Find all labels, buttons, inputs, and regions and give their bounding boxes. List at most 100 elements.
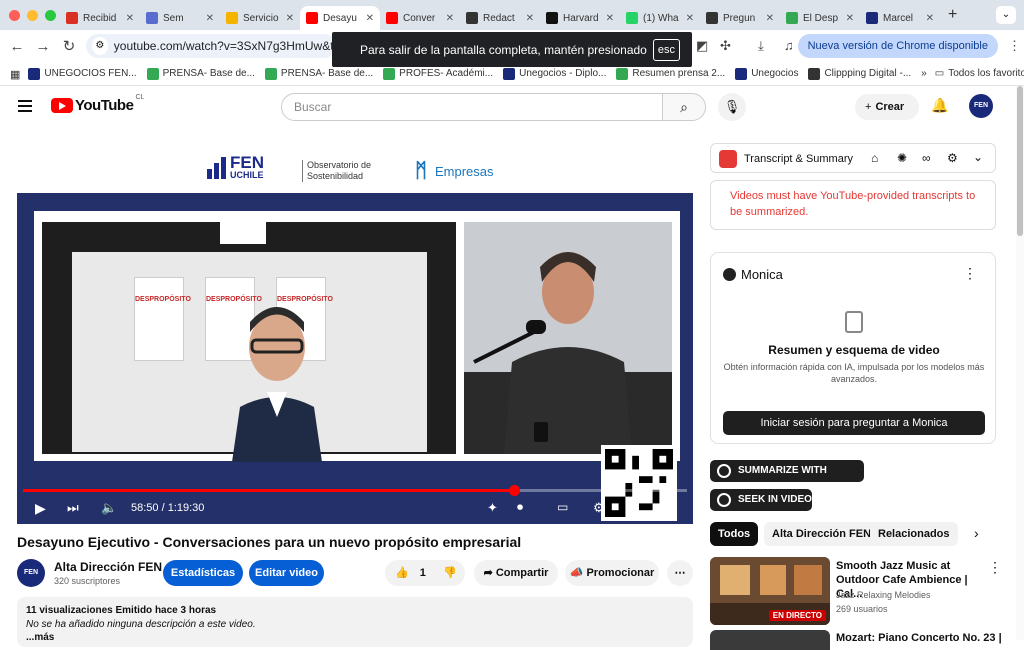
- browser-tab[interactable]: Conver ✕: [380, 6, 460, 30]
- subtitles-icon[interactable]: ▭: [557, 500, 568, 514]
- youtube-play-icon: [51, 98, 73, 113]
- channel-name[interactable]: Alta Dirección FEN: [54, 560, 162, 574]
- bookmark-item[interactable]: PRENSA- Base de...: [146, 67, 255, 80]
- edit-video-button[interactable]: Editar video: [249, 560, 324, 586]
- close-icon[interactable]: ✕: [766, 13, 774, 24]
- all-bookmarks-folder[interactable]: ▭ Todos los favoritos: [935, 68, 1024, 79]
- summarize-harpa-button[interactable]: SUMMARIZE WITH HARPA: [710, 460, 864, 498]
- close-icon[interactable]: ✕: [686, 13, 694, 24]
- close-icon[interactable]: ✕: [926, 13, 934, 24]
- address-bar[interactable]: ⚙ youtube.com/watch?v=3SxN7g3HmUw&t=1570: [86, 34, 336, 58]
- tab-title: Marcel: [883, 12, 914, 24]
- volume-icon[interactable]: 🔈: [101, 500, 117, 516]
- browser-tab[interactable]: Marcel ✕: [860, 6, 940, 30]
- media-control-icon[interactable]: ♫: [784, 38, 794, 53]
- more-actions-icon[interactable]: ⋯: [667, 560, 693, 586]
- menu-hamburger-icon[interactable]: [18, 100, 32, 112]
- glasses-icon[interactable]: ∞: [922, 151, 931, 165]
- close-icon[interactable]: ✕: [126, 13, 134, 24]
- bookmark-item[interactable]: Resumen prensa 2...: [616, 67, 725, 80]
- progress-scrubber[interactable]: [509, 485, 521, 496]
- browser-tab[interactable]: (1) Wha ✕: [620, 6, 700, 30]
- bookmark-item[interactable]: Unegocios - Diplo...: [503, 67, 606, 80]
- openai-icon[interactable]: ✺: [897, 151, 907, 165]
- close-icon[interactable]: ✕: [446, 13, 454, 24]
- thumbs-up-icon[interactable]: 👍: [395, 567, 409, 579]
- close-icon[interactable]: ✕: [206, 13, 214, 24]
- seek-in-video-button[interactable]: SEEK IN VIDEO: [710, 489, 812, 511]
- sparkle-icon[interactable]: ✦: [487, 500, 498, 516]
- browser-tab[interactable]: Redact ✕: [460, 6, 540, 30]
- bookmark-item[interactable]: PROFES- Académi...: [383, 67, 493, 80]
- bookmarks-overflow-button[interactable]: »: [921, 68, 927, 79]
- uchile-text: UCHILE: [230, 170, 264, 180]
- share-button[interactable]: ➦ Compartir: [474, 560, 558, 586]
- bookmark-item[interactable]: Clippping Digital -...: [808, 67, 911, 80]
- browser-tab[interactable]: Pregun ✕: [700, 6, 780, 30]
- filter-chip[interactable]: Relacionados: [870, 522, 958, 546]
- download-icon[interactable]: ⤓: [758, 38, 764, 54]
- close-icon[interactable]: ✕: [366, 13, 374, 24]
- progress-bar[interactable]: [23, 485, 687, 496]
- close-icon[interactable]: ✕: [606, 13, 614, 24]
- thumbs-down-icon[interactable]: 👎: [443, 567, 457, 579]
- browser-tab[interactable]: Harvard ✕: [540, 6, 620, 30]
- close-icon[interactable]: ✕: [526, 13, 534, 24]
- filter-chip[interactable]: Todos: [710, 522, 759, 546]
- bookmark-item[interactable]: PRENSA- Base de...: [264, 67, 373, 80]
- monica-menu-icon[interactable]: ⋮: [963, 265, 977, 282]
- browser-menu-icon[interactable]: ⋮: [1008, 38, 1021, 54]
- recommended-video[interactable]: EN DIRECTO Smooth Jazz Music at Outdoor …: [710, 557, 1010, 637]
- browser-tab[interactable]: Servicio ✕: [220, 6, 300, 30]
- autoplay-toggle[interactable]: ⏺: [517, 500, 523, 515]
- back-arrow-icon[interactable]: ←: [4, 38, 30, 55]
- scrollbar-thumb[interactable]: [1017, 86, 1023, 236]
- browser-tab[interactable]: Recibid ✕: [60, 6, 140, 30]
- recommended-title: Mozart: Piano Concerto No. 23 |: [836, 632, 1002, 644]
- chrome-update-button[interactable]: Nueva versión de Chrome disponible: [797, 34, 998, 58]
- new-tab-button[interactable]: +: [948, 6, 957, 24]
- hd-extension-icon[interactable]: ◩: [696, 38, 708, 54]
- tab-search-chevron-icon[interactable]: ⌄: [996, 6, 1016, 24]
- monica-login-button[interactable]: Iniciar sesión para preguntar a Monica: [723, 411, 985, 435]
- show-more-link[interactable]: ...más: [26, 632, 684, 643]
- create-button[interactable]: + Crear: [855, 94, 919, 120]
- site-info-icon[interactable]: ⚙: [92, 37, 108, 55]
- extensions-puzzle-icon[interactable]: ✣: [720, 38, 731, 54]
- page-scrollbar[interactable]: [1016, 86, 1024, 640]
- channel-avatar[interactable]: FEN: [17, 559, 45, 587]
- reload-icon[interactable]: ↻: [56, 37, 82, 55]
- minimize-window-button[interactable]: [27, 9, 38, 21]
- close-icon[interactable]: ✕: [286, 13, 294, 24]
- youtube-logo[interactable]: YouTube CL: [51, 94, 144, 114]
- robot-icon[interactable]: ⌂: [871, 151, 878, 165]
- browser-tab[interactable]: El Desp ✕: [780, 6, 860, 30]
- transcript-summary-panel[interactable]: Transcript & Summary ⌂ ✺ ∞ ⚙ ⌄: [710, 143, 996, 173]
- close-window-button[interactable]: [9, 9, 20, 21]
- chevron-down-icon[interactable]: ⌄: [973, 150, 983, 164]
- next-icon[interactable]: ⏭: [67, 500, 79, 516]
- play-icon[interactable]: ▶: [35, 500, 46, 517]
- channel-avatar[interactable]: FEN: [969, 94, 993, 118]
- video-player[interactable]: FEN UCHILE Observatorio de Sostenibilida…: [17, 143, 693, 524]
- settings-gear-icon[interactable]: ⚙: [947, 151, 958, 165]
- browser-tab[interactable]: Desayu ✕: [300, 6, 380, 30]
- statistics-button[interactable]: Estadísticas: [163, 560, 243, 586]
- close-icon[interactable]: ✕: [846, 13, 854, 24]
- browser-tab[interactable]: Sem ✕: [140, 6, 220, 30]
- bookmark-item[interactable]: UNEGOCIOS FEN...: [28, 67, 137, 80]
- search-icon[interactable]: ⌕: [662, 93, 706, 121]
- search-input[interactable]: Buscar: [281, 93, 663, 121]
- filter-chip[interactable]: Alta Dirección FEN: [764, 522, 880, 546]
- apps-grid-icon[interactable]: ▦: [10, 68, 20, 81]
- recommended-video[interactable]: Mozart: Piano Concerto No. 23 |: [710, 630, 1010, 650]
- promote-button[interactable]: 📣 Promocionar: [565, 560, 659, 586]
- microphone-icon[interactable]: 🎙: [718, 93, 746, 121]
- maximize-window-button[interactable]: [45, 9, 56, 21]
- notifications-bell-icon[interactable]: 🔔: [931, 97, 948, 114]
- settings-gear-icon[interactable]: ⚙: [593, 500, 605, 516]
- forward-arrow-icon[interactable]: →: [30, 38, 56, 55]
- bookmark-item[interactable]: Unegocios: [735, 67, 798, 80]
- video-menu-icon[interactable]: ⋮: [988, 559, 1002, 576]
- chevron-right-icon[interactable]: ›: [974, 525, 979, 541]
